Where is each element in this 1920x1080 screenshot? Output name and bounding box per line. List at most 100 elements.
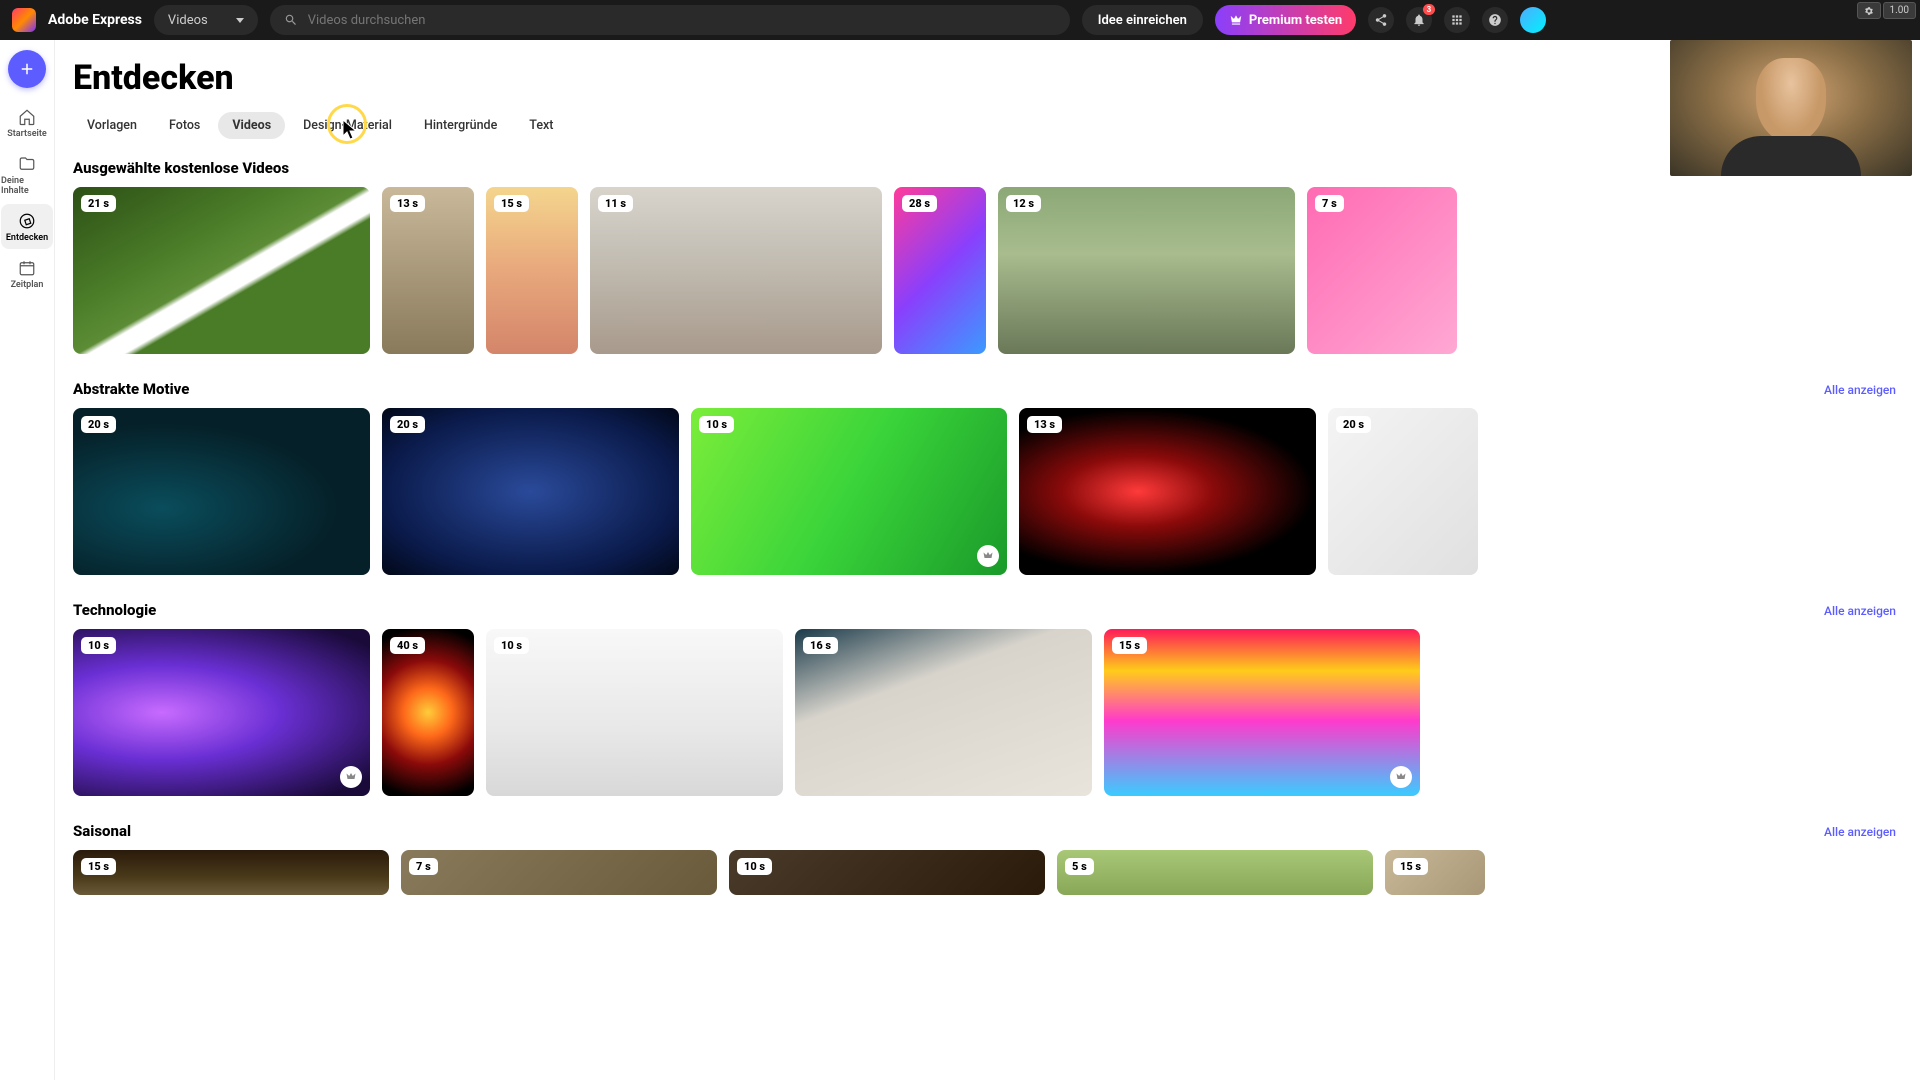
notifications-button[interactable]: 3 [1406,7,1432,33]
tab-photos[interactable]: Fotos [155,112,214,139]
premium-badge [340,766,362,788]
crown-icon [345,771,357,783]
video-card[interactable]: 28 s [894,187,986,354]
create-button[interactable] [8,50,46,88]
recorder-overlay: 1.00 [1857,2,1917,19]
duration-badge: 16 s [803,637,838,654]
video-card[interactable]: 20 s [382,408,679,575]
tab-templates[interactable]: Vorlagen [73,112,151,139]
duration-badge: 28 s [902,195,937,212]
duration-badge: 7 s [409,858,438,875]
calendar-icon [18,259,36,277]
video-card[interactable]: 7 s [1307,187,1457,354]
row-seasonal: 15 s 7 s 10 s 5 s 15 s [73,850,1920,895]
duration-badge: 13 s [1027,416,1062,433]
search-bar[interactable] [270,5,1070,35]
see-all-abstract[interactable]: Alle anzeigen [1824,383,1896,397]
video-card[interactable]: 5 s [1057,850,1373,895]
premium-badge [977,545,999,567]
user-avatar[interactable] [1520,7,1546,33]
tab-backgrounds[interactable]: Hintergründe [410,112,511,139]
video-card[interactable]: 10 s [691,408,1007,575]
search-input[interactable] [308,13,1056,28]
settings-overlay-button[interactable] [1857,2,1881,19]
video-card[interactable]: 10 s [73,629,370,796]
duration-badge: 15 s [81,858,116,875]
sidebar-label: Zeitplan [11,280,44,290]
see-all-seasonal[interactable]: Alle anzeigen [1824,825,1896,839]
gear-icon [1864,6,1874,16]
video-card[interactable]: 15 s [1104,629,1420,796]
video-card[interactable]: 10 s [486,629,783,796]
sidebar-item-schedule[interactable]: Zeitplan [1,251,53,296]
row-featured: 21 s 13 s 15 s 11 s 28 s 12 s 7 s [73,187,1920,354]
help-button[interactable] [1482,7,1508,33]
duration-badge: 13 s [390,195,425,212]
compass-icon [18,212,36,230]
tab-text[interactable]: Text [515,112,567,139]
category-dropdown[interactable]: Videos [154,5,258,35]
dropdown-label: Videos [168,13,208,28]
duration-badge: 40 s [390,637,425,654]
video-card[interactable]: 11 s [590,187,882,354]
section-title-seasonal: Saisonal [73,822,131,840]
sidebar: Startseite Deine Inhalte Entdecken Zeitp… [0,40,55,1080]
zoom-level[interactable]: 1.00 [1883,2,1917,19]
section-title-tech: Technologie [73,601,156,619]
section-title-abstract: Abstrakte Motive [73,380,189,398]
video-card[interactable]: 20 s [1328,408,1478,575]
video-card[interactable]: 15 s [1385,850,1485,895]
share-icon-button[interactable] [1368,7,1394,33]
video-card[interactable]: 13 s [382,187,474,354]
video-card[interactable]: 7 s [401,850,717,895]
folder-icon [18,155,36,173]
premium-button[interactable]: Premium testen [1215,5,1356,35]
video-card[interactable]: 20 s [73,408,370,575]
home-icon [18,108,36,126]
video-card[interactable]: 10 s [729,850,1045,895]
duration-badge: 10 s [494,637,529,654]
sidebar-label: Startseite [7,129,47,139]
see-all-tech[interactable]: Alle anzeigen [1824,604,1896,618]
page-title: Entdecken [73,58,1920,98]
crown-icon [982,550,994,562]
video-card[interactable]: 12 s [998,187,1295,354]
notification-badge: 3 [1423,4,1436,15]
adobe-logo[interactable] [12,8,36,32]
apps-button[interactable] [1444,7,1470,33]
video-card[interactable]: 15 s [486,187,578,354]
video-card[interactable]: 15 s [73,850,389,895]
duration-badge: 15 s [494,195,529,212]
duration-badge: 20 s [81,416,116,433]
sidebar-item-home[interactable]: Startseite [1,100,53,145]
crown-icon [1395,771,1407,783]
sidebar-label: Entdecken [6,233,48,243]
duration-badge: 20 s [390,416,425,433]
duration-badge: 5 s [1065,858,1094,875]
sidebar-item-your-content[interactable]: Deine Inhalte [1,147,53,202]
video-card[interactable]: 13 s [1019,408,1316,575]
crown-icon [1229,13,1243,27]
grid-icon [1450,13,1464,27]
premium-badge [1390,766,1412,788]
video-card[interactable]: 16 s [795,629,1092,796]
duration-badge: 11 s [598,195,633,212]
video-card[interactable]: 21 s [73,187,370,354]
premium-label: Premium testen [1249,13,1342,28]
submit-idea-button[interactable]: Idee einreichen [1082,5,1203,35]
section-title-featured: Ausgewählte kostenlose Videos [73,159,289,177]
video-card[interactable]: 40 s [382,629,474,796]
duration-badge: 10 s [737,858,772,875]
duration-badge: 15 s [1393,858,1428,875]
plus-icon [18,60,36,78]
topbar: Adobe Express Videos Idee einreichen Pre… [0,0,1920,40]
sidebar-item-discover[interactable]: Entdecken [1,204,53,249]
share-icon [1374,13,1388,27]
chevron-down-icon [236,18,244,23]
tab-videos[interactable]: Videos [218,112,285,139]
duration-badge: 7 s [1315,195,1344,212]
duration-badge: 21 s [81,195,116,212]
tab-design-assets[interactable]: Design-Material [289,112,406,139]
webcam-overlay [1670,40,1912,176]
duration-badge: 10 s [81,637,116,654]
